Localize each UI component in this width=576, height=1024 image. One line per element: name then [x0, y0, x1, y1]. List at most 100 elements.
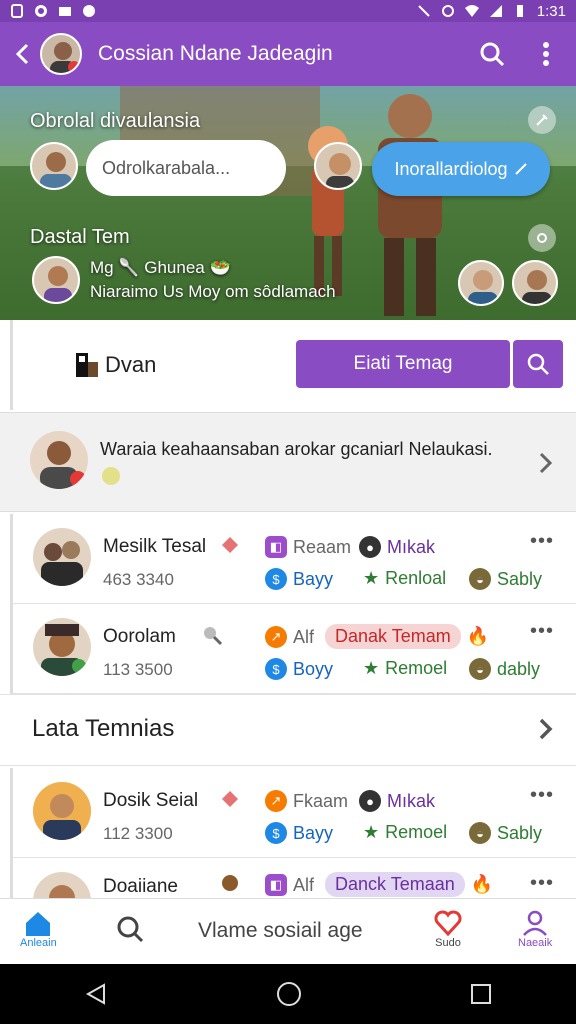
more-options-button[interactable]: ••• — [530, 620, 554, 643]
notification-icon — [11, 4, 23, 18]
tag-bayy[interactable]: $ Bayy — [265, 822, 333, 844]
banner-user-avatar[interactable] — [30, 142, 78, 190]
more-options-button[interactable]: ••• — [530, 530, 554, 553]
back-button[interactable] — [10, 39, 34, 69]
more-button[interactable] — [526, 34, 566, 74]
magnifier-badge-icon — [204, 627, 223, 646]
hero-banner: Obrolal divaulansia Odrolkarabala... Ino… — [0, 86, 576, 320]
tag-dably[interactable]: ◒ dably — [469, 658, 540, 680]
list-item[interactable]: Doaiiane ◧ Alf Danck Temaan 🔥 ••• — [10, 858, 576, 898]
banner-settings-button[interactable] — [528, 224, 556, 252]
cookie-icon — [222, 875, 238, 891]
tag-reaam[interactable]: ◧ Reaam — [265, 536, 351, 558]
pencil-icon — [514, 163, 527, 175]
gift-icon — [222, 791, 238, 807]
helmet-icon: ◒ — [469, 822, 491, 844]
primary-cta-button[interactable]: Eiati Temag — [296, 340, 510, 388]
item-number: 463 3340 — [103, 570, 174, 589]
wifi-icon — [464, 5, 479, 17]
banner-member-avatar-2[interactable] — [512, 260, 558, 306]
helmet-icon: ◒ — [469, 568, 491, 590]
tag-sably[interactable]: ◒ Sably — [469, 568, 542, 590]
star-icon: ★ — [363, 568, 380, 588]
search-icon — [117, 916, 144, 943]
character-warrior-illustration — [378, 94, 442, 316]
mute-icon — [418, 5, 430, 17]
tag-mikak[interactable]: ● Mıkak — [359, 790, 435, 812]
banner-pill-label: Inorallardiolog — [394, 158, 508, 179]
brand-search-button[interactable] — [513, 340, 563, 388]
list-item[interactable]: Mesilk Tesal 463 3340 ◧ Reaam ● Mıkak $ … — [10, 514, 576, 604]
banner-message-input[interactable]: Odrolkarabala... — [86, 140, 286, 196]
tag-alf[interactable]: ◧ Alf — [265, 874, 314, 896]
nav-home[interactable]: Anleain — [20, 909, 57, 949]
banner-member-avatar-1[interactable] — [458, 260, 504, 306]
avatar — [33, 782, 91, 840]
banner-friend-avatar[interactable] — [314, 142, 362, 190]
brand-name: Dvan — [105, 352, 157, 377]
chrome-icon — [35, 5, 47, 17]
home-circle-icon[interactable] — [276, 981, 302, 1007]
brand-logo-icon — [76, 353, 98, 377]
news-icon — [59, 7, 71, 16]
banner-action-pill[interactable]: Inorallardiolog — [372, 142, 550, 196]
tag-remoel[interactable]: ★ Remoel — [363, 658, 447, 679]
list-item[interactable]: Dosik Seial 112 3300 ↗ Fkaam ● Mıkak $ B… — [10, 768, 576, 858]
brand[interactable]: Dvan — [75, 352, 156, 378]
list-item[interactable]: Oorolam 113 3500 ↗ Alf Danak Temam 🔥 $ B… — [10, 604, 576, 694]
tag-remoel[interactable]: ★ Remoel — [363, 822, 447, 843]
arrow-icon: ↗ — [265, 790, 287, 812]
header-avatar[interactable] — [40, 33, 82, 75]
section-header[interactable]: Lata Temnias — [0, 694, 576, 766]
avatar — [33, 528, 91, 586]
recents-square-icon[interactable] — [470, 983, 492, 1005]
system-navigation-bar — [0, 964, 576, 1024]
tag-alf[interactable]: ↗ Alf — [265, 626, 314, 648]
more-options-button[interactable]: ••• — [530, 784, 554, 807]
status-right-icons: 1:31 — [417, 3, 566, 20]
search-icon — [527, 353, 549, 375]
nav-studio[interactable]: Sudo — [434, 909, 462, 949]
tag-danak-temam[interactable]: Danak Temam 🔥 — [325, 624, 489, 649]
status-time: 1:31 — [536, 2, 566, 20]
helmet-icon: ◒ — [469, 658, 491, 680]
item-number: 112 3300 — [103, 824, 173, 843]
user-silhouette-icon: ● — [359, 536, 381, 558]
more-options-button[interactable]: ••• — [530, 872, 554, 895]
featured-item[interactable]: Waraia keahaansaban arokar gcaniarl Nela… — [0, 412, 576, 512]
tag-sably[interactable]: ◒ Sably — [469, 822, 542, 844]
avatar — [33, 872, 91, 898]
wrench-icon — [537, 233, 547, 243]
banner-group-avatar[interactable] — [32, 256, 80, 304]
star-icon: ★ — [363, 658, 380, 678]
avatar — [33, 618, 91, 676]
fire-icon: 🔥 — [466, 626, 490, 646]
search-icon — [480, 42, 505, 67]
user-silhouette-icon: ● — [359, 790, 381, 812]
item-name: Mesilk Tesal — [103, 536, 207, 557]
tag-renloal[interactable]: ★ Renloal — [363, 568, 446, 589]
bag-icon: ◧ — [265, 874, 287, 896]
tag-boyy[interactable]: $ Boyy — [265, 658, 333, 680]
signal-icon — [489, 5, 502, 17]
tag-bayy[interactable]: $ Bayy — [265, 568, 333, 590]
circle-status-icon — [441, 5, 454, 17]
banner-pin-button[interactable] — [528, 106, 556, 134]
status-bar: 1:31 — [0, 0, 576, 22]
dollar-icon: $ — [265, 568, 287, 590]
nav-profile[interactable]: Naeaik — [518, 909, 552, 949]
search-button[interactable] — [472, 34, 512, 74]
tag-danck-temaan[interactable]: Danck Temaan 🔥 — [325, 872, 493, 897]
item-name: Doaiiane — [103, 876, 178, 897]
dollar-icon: $ — [265, 658, 287, 680]
item-name: Dosik Seial — [103, 790, 199, 811]
chevron-right-icon — [539, 718, 553, 740]
tag-fkaam[interactable]: ↗ Fkaam — [265, 790, 348, 812]
nav-search[interactable] — [116, 915, 144, 943]
home-icon — [26, 912, 51, 936]
tag-mikak[interactable]: ● Mıkak — [359, 536, 435, 558]
back-triangle-icon[interactable] — [84, 982, 108, 1006]
banner-heading-mid: Dastal Tem — [30, 226, 130, 248]
nav-center-label[interactable]: Vlame sosiail age — [198, 919, 363, 943]
page-title: Cossian Ndane Jadeagin — [98, 42, 333, 65]
